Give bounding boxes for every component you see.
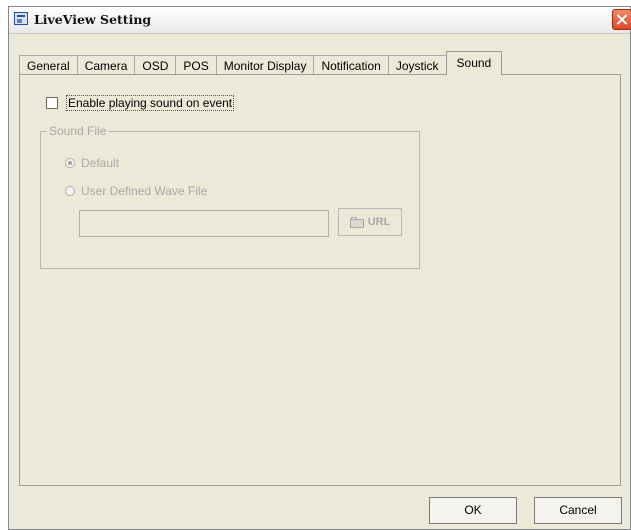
app-icon — [14, 12, 28, 25]
liveview-setting-dialog: LiveView Setting General Camera OSD POS … — [8, 6, 631, 530]
tab-pos[interactable]: POS — [175, 55, 217, 75]
default-radio[interactable] — [65, 158, 75, 168]
title-bar[interactable]: LiveView Setting — [9, 7, 631, 34]
default-radio-label: Default — [81, 156, 120, 170]
url-button-label: URL — [367, 216, 391, 228]
url-browse-button[interactable]: URL — [338, 208, 402, 236]
tab-strip: General Camera OSD POS Monitor Display N… — [19, 51, 503, 75]
tab-osd[interactable]: OSD — [134, 55, 177, 75]
tab-sound[interactable]: Sound — [445, 51, 503, 75]
wave-file-path-field[interactable] — [79, 210, 329, 237]
tab-notification[interactable]: Notification — [313, 55, 389, 75]
tab-camera[interactable]: Camera — [76, 55, 136, 75]
sound-file-group: Sound File Default User Defined Wave Fil… — [40, 124, 420, 269]
tab-general[interactable]: General — [19, 55, 78, 75]
enable-sound-label[interactable]: Enable playing sound on event — [66, 95, 235, 111]
tab-joystick[interactable]: Joystick — [387, 55, 447, 75]
close-icon[interactable] — [612, 9, 631, 30]
window-title: LiveView Setting — [34, 12, 152, 27]
enable-sound-checkbox[interactable] — [46, 97, 58, 109]
user-defined-radio-label: User Defined Wave File — [81, 184, 208, 198]
sound-tab-panel: Enable playing sound on event Sound File… — [19, 74, 621, 486]
user-defined-radio-row[interactable]: User Defined Wave File — [65, 184, 207, 198]
enable-sound-row[interactable]: Enable playing sound on event — [46, 95, 235, 111]
ok-button[interactable]: OK — [429, 497, 517, 524]
folder-open-icon — [349, 216, 366, 228]
sound-file-group-label: Sound File — [47, 124, 109, 138]
cancel-button[interactable]: Cancel — [534, 497, 622, 524]
tab-monitor-display[interactable]: Monitor Display — [215, 55, 315, 75]
user-defined-radio[interactable] — [65, 186, 75, 196]
default-radio-row[interactable]: Default — [65, 156, 119, 170]
